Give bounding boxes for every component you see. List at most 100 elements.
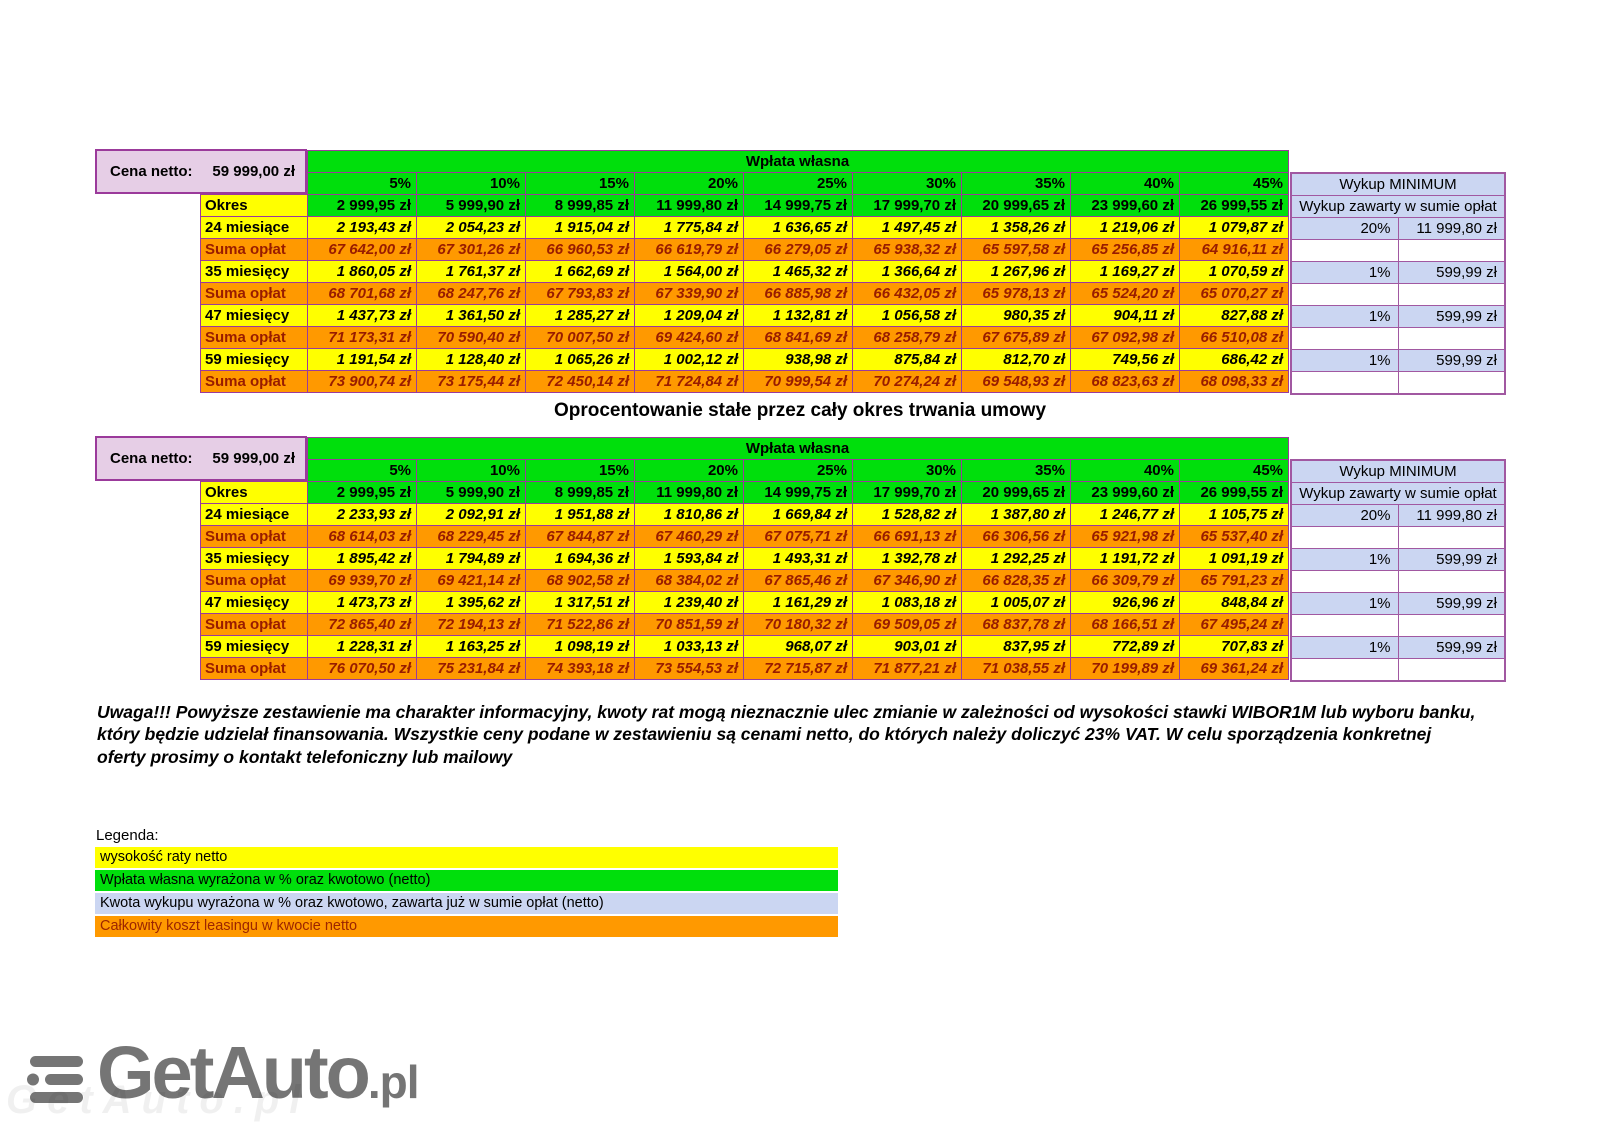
suma-oplat-value: 64 916,11 zł bbox=[1180, 239, 1289, 261]
suma-oplat-value: 66 306,56 zł bbox=[962, 526, 1071, 548]
suma-oplat-value: 68 837,78 zł bbox=[962, 614, 1071, 636]
wykup-percent: 1% bbox=[1291, 549, 1398, 571]
wykup-subtitle: Wykup zawarty w sumie opłat bbox=[1291, 196, 1505, 218]
rata-value: 1 694,36 zł bbox=[526, 548, 635, 570]
cena-netto-value: 59 999,00 zł bbox=[212, 450, 295, 467]
rata-value: 1 564,00 zł bbox=[635, 261, 744, 283]
leasing-offer-sheet: { "colors": { "green": "#00df0c", "yello… bbox=[0, 0, 1600, 1131]
row-label: Suma opłat bbox=[201, 239, 308, 261]
wykup-empty-cell bbox=[1291, 284, 1398, 306]
rata-value: 1 033,13 zł bbox=[635, 636, 744, 658]
percent-header: 5% bbox=[308, 460, 417, 482]
legend-item: Wpłata własna wyrażona w % oraz kwotowo … bbox=[95, 870, 838, 891]
suma-oplat-value: 73 900,74 zł bbox=[308, 371, 417, 393]
wplata-amount: 2 999,95 zł bbox=[308, 195, 417, 217]
percent-header: 45% bbox=[1180, 460, 1289, 482]
percent-header: 5% bbox=[308, 173, 417, 195]
cena-netto-box: Cena netto: 59 999,00 zł bbox=[95, 436, 307, 481]
row-label: Suma opłat bbox=[201, 283, 308, 305]
wykup-empty-cell bbox=[1398, 240, 1505, 262]
rata-value: 1 065,26 zł bbox=[526, 349, 635, 371]
wykup-subtitle: Wykup zawarty w sumie opłat bbox=[1291, 483, 1505, 505]
suma-oplat-value: 69 509,05 zł bbox=[853, 614, 962, 636]
suma-oplat-value: 67 075,71 zł bbox=[744, 526, 853, 548]
wykup-empty-cell bbox=[1398, 284, 1505, 306]
wykup-amount: 599,99 zł bbox=[1398, 593, 1505, 615]
wplata-amount: 23 999,60 zł bbox=[1071, 482, 1180, 504]
suma-oplat-value: 72 450,14 zł bbox=[526, 371, 635, 393]
rata-value: 1 669,84 zł bbox=[744, 504, 853, 526]
rata-value: 1 810,86 zł bbox=[635, 504, 744, 526]
row-label: Suma opłat bbox=[201, 526, 308, 548]
suma-oplat-value: 69 361,24 zł bbox=[1180, 658, 1289, 680]
wykup-empty-cell bbox=[1291, 571, 1398, 593]
suma-oplat-value: 73 175,44 zł bbox=[417, 371, 526, 393]
rata-value: 2 193,43 zł bbox=[308, 217, 417, 239]
rata-value: 1 794,89 zł bbox=[417, 548, 526, 570]
percent-header: 35% bbox=[962, 173, 1071, 195]
suma-oplat-value: 66 279,05 zł bbox=[744, 239, 853, 261]
wykup-amount: 599,99 zł bbox=[1398, 637, 1505, 659]
rata-value: 1 392,78 zł bbox=[853, 548, 962, 570]
wykup-minimum-title: Wykup MINIMUM bbox=[1291, 173, 1505, 196]
row-label: 24 miesiące bbox=[201, 504, 308, 526]
cena-netto-box: Cena netto: 59 999,00 zł bbox=[95, 149, 307, 194]
suma-oplat-value: 68 902,58 zł bbox=[526, 570, 635, 592]
suma-oplat-value: 67 301,26 zł bbox=[417, 239, 526, 261]
rata-value: 1 191,54 zł bbox=[308, 349, 417, 371]
cena-netto-label: Cena netto: bbox=[110, 450, 193, 467]
rata-value: 1 915,04 zł bbox=[526, 217, 635, 239]
suma-oplat-value: 71 877,21 zł bbox=[853, 658, 962, 680]
suma-oplat-value: 67 793,83 zł bbox=[526, 283, 635, 305]
suma-oplat-value: 70 274,24 zł bbox=[853, 371, 962, 393]
wplata-amount: 17 999,70 zł bbox=[853, 195, 962, 217]
rata-value: 1 246,77 zł bbox=[1071, 504, 1180, 526]
percent-header: 15% bbox=[526, 173, 635, 195]
suma-oplat-value: 66 309,79 zł bbox=[1071, 570, 1180, 592]
row-label: Suma opłat bbox=[201, 570, 308, 592]
rata-value: 1 493,31 zł bbox=[744, 548, 853, 570]
suma-oplat-value: 65 978,13 zł bbox=[962, 283, 1071, 305]
suma-oplat-value: 68 258,79 zł bbox=[853, 327, 962, 349]
suma-oplat-value: 75 231,84 zł bbox=[417, 658, 526, 680]
wplata-amount: 17 999,70 zł bbox=[853, 482, 962, 504]
rata-value: 1 056,58 zł bbox=[853, 305, 962, 327]
suma-oplat-value: 67 642,00 zł bbox=[308, 239, 417, 261]
rata-value: 1 662,69 zł bbox=[526, 261, 635, 283]
suma-oplat-value: 68 166,51 zł bbox=[1071, 614, 1180, 636]
suma-oplat-value: 68 823,63 zł bbox=[1071, 371, 1180, 393]
rata-value: 1 005,07 zł bbox=[962, 592, 1071, 614]
rata-value: 1 775,84 zł bbox=[635, 217, 744, 239]
wykup-empty-cell bbox=[1398, 659, 1505, 682]
percent-header: 20% bbox=[635, 173, 744, 195]
rata-value: 1 105,75 zł bbox=[1180, 504, 1289, 526]
row-label: Suma opłat bbox=[201, 371, 308, 393]
suma-oplat-value: 69 424,60 zł bbox=[635, 327, 744, 349]
wykup-percent: 1% bbox=[1291, 593, 1398, 615]
rata-value: 1 161,29 zł bbox=[744, 592, 853, 614]
percent-header: 10% bbox=[417, 173, 526, 195]
legend-item: Kwota wykupu wyrażona w % oraz kwotowo, … bbox=[95, 893, 838, 914]
wykup-amount: 11 999,80 zł bbox=[1398, 505, 1505, 527]
suma-oplat-value: 67 339,90 zł bbox=[635, 283, 744, 305]
wykup-percent: 1% bbox=[1291, 306, 1398, 328]
suma-oplat-value: 67 346,90 zł bbox=[853, 570, 962, 592]
rata-value: 1 473,73 zł bbox=[308, 592, 417, 614]
wykup-amount: 599,99 zł bbox=[1398, 262, 1505, 284]
rata-value: 1 169,27 zł bbox=[1071, 261, 1180, 283]
rata-value: 749,56 zł bbox=[1071, 349, 1180, 371]
wplata-amount: 26 999,55 zł bbox=[1180, 482, 1289, 504]
wykup-percent: 1% bbox=[1291, 262, 1398, 284]
wplata-amount: 2 999,95 zł bbox=[308, 482, 417, 504]
rata-value: 2 233,93 zł bbox=[308, 504, 417, 526]
row-label: 59 miesięcy bbox=[201, 349, 308, 371]
row-label: 47 miesięcy bbox=[201, 305, 308, 327]
rata-value: 1 860,05 zł bbox=[308, 261, 417, 283]
suma-oplat-value: 65 921,98 zł bbox=[1071, 526, 1180, 548]
suma-oplat-value: 68 841,69 zł bbox=[744, 327, 853, 349]
rata-value: 1 317,51 zł bbox=[526, 592, 635, 614]
suma-oplat-value: 74 393,18 zł bbox=[526, 658, 635, 680]
cena-netto-value: 59 999,00 zł bbox=[212, 163, 295, 180]
rata-value: 1 091,19 zł bbox=[1180, 548, 1289, 570]
suma-oplat-value: 67 092,98 zł bbox=[1071, 327, 1180, 349]
